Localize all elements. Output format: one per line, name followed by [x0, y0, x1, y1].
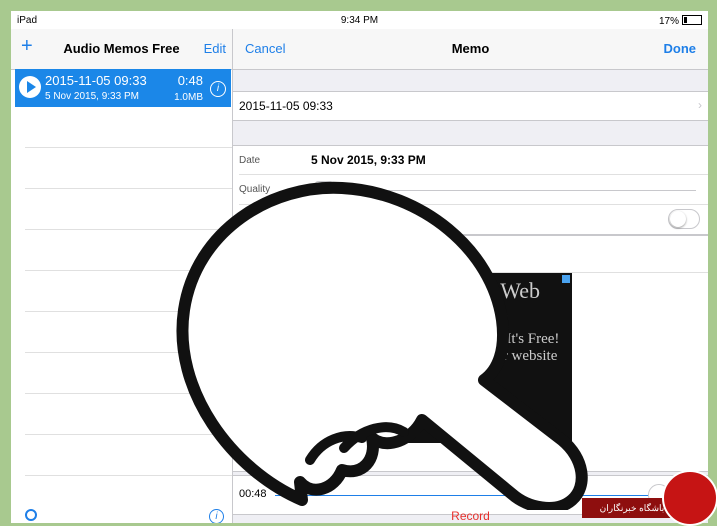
left-navbar: + Audio Memos Free Edit [11, 29, 232, 70]
memo-detail-pane: Cancel Memo Done 2015-11-05 09:33 › Date… [233, 29, 708, 523]
date-label: Date [239, 155, 261, 166]
right-title: Memo [451, 41, 490, 56]
left-title: Audio Memos Free [63, 41, 180, 56]
memo-name-cell[interactable]: 2015-11-05 09:33 › [233, 91, 708, 121]
quality-slider-track [303, 190, 696, 191]
ad-action-button[interactable]: › [429, 403, 513, 429]
status-bar: iPad 9:34 PM 17% [11, 11, 708, 29]
battery-indicator: 17% [659, 15, 702, 27]
time-readout: 00:48 [239, 488, 267, 500]
info-icon[interactable]: i [209, 509, 224, 523]
edit-button[interactable]: Edit [204, 41, 226, 56]
empty-row [25, 311, 232, 312]
memo-item-duration: 0:48 [177, 73, 203, 88]
battery-percent: 17% [658, 16, 679, 27]
setting-toggle[interactable] [668, 209, 700, 229]
ipad-screen: iPad 9:34 PM 17% + Audio Memos Free Edit… [11, 11, 708, 523]
play-icon[interactable] [19, 76, 41, 98]
memo-list-item[interactable]: 2015-11-05 09:33 5 Nov 2015, 9:33 PM 0:4… [15, 69, 231, 107]
memo-item-size: 1.0MB [174, 92, 203, 103]
watermark-logo: باشگاه خبرنگاران [582, 468, 717, 526]
right-navbar: Cancel Memo Done [233, 29, 708, 70]
empty-row [25, 147, 232, 148]
empty-row [25, 434, 232, 435]
done-button[interactable]: Done [664, 41, 697, 56]
memo-list-pane: + Audio Memos Free Edit 2015-11-05 09:33… [11, 29, 233, 523]
empty-row [25, 188, 232, 189]
empty-row [25, 270, 232, 271]
chevron-right-icon: › [468, 407, 474, 424]
info-icon[interactable]: i [210, 81, 226, 97]
ad-page-dots: ● ○ [463, 387, 478, 397]
advertisement[interactable]: Cloudflare Web Security It's easy and si… [369, 273, 572, 443]
empty-row [25, 229, 232, 230]
chevron-right-icon: › [698, 98, 702, 112]
memo-item-subtitle: 5 Nov 2015, 9:33 PM [45, 91, 139, 102]
watermark-emblem-icon [662, 470, 717, 526]
divider [239, 204, 708, 205]
empty-row [25, 352, 232, 353]
empty-row [25, 475, 232, 476]
empty-row [25, 393, 232, 394]
status-time: 9:34 PM [340, 15, 379, 26]
gear-icon[interactable] [25, 509, 37, 521]
date-value: 5 Nov 2015, 9:33 PM [311, 153, 426, 167]
memo-settings-section: Date 5 Nov 2015, 9:33 PM Quality S [233, 145, 708, 235]
quality-slider-thumb[interactable] [315, 181, 333, 199]
setting-label: S [239, 213, 246, 224]
ad-body: It's easy and simple. It's Free! Start p… [381, 331, 560, 381]
ad-title: Cloudflare Web Security [401, 278, 540, 330]
battery-icon [682, 15, 702, 25]
quality-label: Quality [239, 184, 271, 195]
memo-name: 2015-11-05 09:33 [239, 99, 333, 113]
memo-item-title: 2015-11-05 09:33 [45, 73, 147, 88]
left-toolbar: i [11, 509, 232, 523]
divider [239, 174, 708, 175]
